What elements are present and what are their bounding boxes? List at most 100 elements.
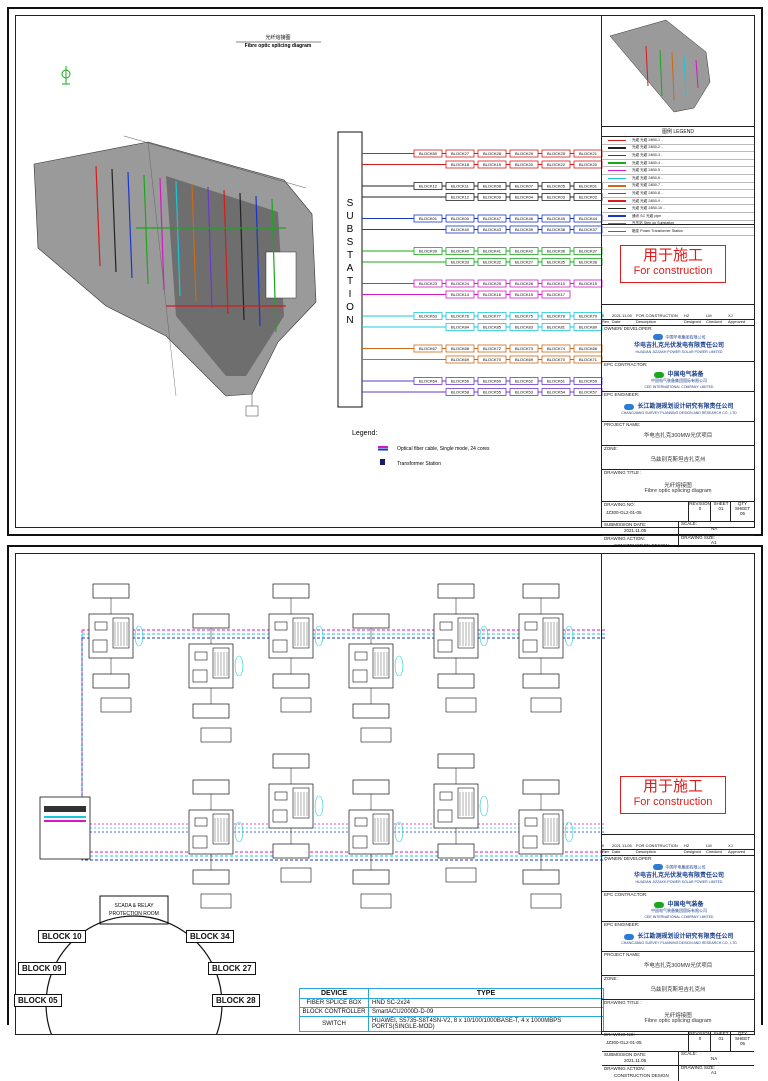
block-controller-box: [192, 779, 230, 795]
block-label: BLOCK64: [419, 379, 438, 384]
transformer-icon: [380, 459, 385, 465]
substation-letter: B: [347, 224, 354, 235]
block-label: BLOCK27: [515, 260, 534, 265]
splice-node: [268, 753, 324, 859]
block-label: BLOCK12: [451, 195, 470, 200]
splice-node: [188, 779, 244, 885]
construction-stamp: 用于施工 For construction: [620, 245, 726, 283]
drawing-number-cell: DRAWING NO: JZ300-GL2-01-05 REVISION 0 SH…: [602, 501, 754, 522]
map-legend-row: 光缆 光缆 24B0-5 ..: [602, 167, 754, 175]
block-label: BLOCK01: [419, 216, 438, 221]
block-controller-box: [522, 869, 560, 885]
block-controller-box: [522, 673, 560, 689]
block-label: BLOCK60: [483, 379, 502, 384]
block-label: BLOCK84: [451, 325, 470, 330]
site-plan: [33, 135, 317, 417]
device-row: SWITCH HUAWEI, S5735-S8T4SN-V2, 8 x 10/10…: [300, 1017, 603, 1032]
block-label: BLOCK25: [547, 151, 566, 156]
ring-block-27: BLOCK 27: [208, 962, 256, 975]
block-label: BLOCK08: [483, 184, 502, 189]
ring-block-10: BLOCK 10: [38, 930, 86, 943]
block-label: BLOCK18: [451, 162, 470, 167]
zone-cell: ZONE: 乌兹别克斯坦吉扎克州: [602, 975, 754, 1000]
title-block-1: 图例 LEGEND 光缆 光缆 24B0-1 .. 光缆 光缆 24B0-2 ..…: [601, 16, 754, 551]
block-label: BLOCK07: [515, 184, 534, 189]
block-label: BLOCK73: [515, 346, 534, 351]
block-label: BLOCK44: [579, 216, 598, 221]
north-arrow-icon: [61, 66, 71, 85]
splice-node: [433, 753, 489, 859]
block-label: BLOCK45: [547, 216, 566, 221]
network-nodes: [88, 583, 574, 909]
block-label: BLOCK70: [547, 357, 566, 362]
block-label: BLOCK27: [451, 151, 470, 156]
stamp-en: For construction: [633, 265, 713, 277]
block-label: BLOCK25: [483, 281, 502, 286]
owner-cell: OWNER/ DEVELOPER: 中国华电集团有限公司 华电吉扎克光伏发电有限责…: [602, 855, 754, 892]
block-label: BLOCK10: [547, 281, 566, 286]
block-label: BLOCK09: [483, 195, 502, 200]
block-label: BLOCK37: [579, 227, 598, 232]
block-label: BLOCK71: [579, 357, 598, 362]
block-label: BLOCK21: [579, 151, 598, 156]
block-label: BLOCK11: [451, 184, 469, 189]
block-controller-box: [352, 703, 390, 719]
block-label: BLOCK14: [451, 292, 470, 297]
substation-letter: O: [346, 302, 354, 313]
project-cell: PROJECT NAME: 华电吉扎克300MW光伏项目: [602, 951, 754, 976]
block-label: BLOCK85: [483, 325, 502, 330]
block-label: BLOCK02: [579, 195, 598, 200]
block-label: BLOCK39: [515, 227, 534, 232]
block-controller-box: [272, 583, 310, 599]
block-controller-box: [272, 843, 310, 859]
block-label: BLOCK50: [419, 151, 438, 156]
block-label: BLOCK57: [579, 390, 598, 395]
device-table-header: DEVICE TYPE: [300, 989, 603, 999]
drawing-title-cell: DRAWING TITLE : 光纤熔接图 Fibre optic splici…: [602, 999, 754, 1032]
block-controller-box: [437, 753, 475, 769]
map-legend-title: 图例 LEGEND: [602, 127, 754, 137]
block-label: BLOCK05: [547, 184, 566, 189]
map-legend-row: 光缆 光缆 24B0-8 ..: [602, 190, 754, 198]
ring-block-34: BLOCK 34: [186, 930, 234, 943]
block-label: BLOCK61: [547, 379, 566, 384]
scada-room-label-line-1: SCADA & RELAY: [114, 903, 154, 909]
block-controller-box: [280, 867, 312, 883]
block-label: BLOCK58: [451, 390, 470, 395]
engineer-cell: EPC ENGINEER: 长江勘测规划设计研究有限责任公司 CHANGJIANG…: [602, 921, 754, 952]
block-label: BLOCK40: [451, 227, 470, 232]
block-label: BLOCK29: [515, 151, 534, 156]
block-controller-box: [352, 779, 390, 795]
block-controller-box: [530, 697, 562, 713]
device-table: DEVICE TYPE FIBER SPLICE BOX HND SC-2x24 …: [299, 988, 604, 1032]
block-label: BLOCK70: [483, 357, 502, 362]
legend-label-transformer: Transformer Station: [397, 461, 441, 467]
legend-item-fiber: Optical fiber cable, Single mode, 24 cor…: [378, 446, 490, 452]
block-controller-box: [437, 843, 475, 859]
substation-letter: U: [346, 211, 353, 222]
block-label: BLOCK15: [515, 292, 534, 297]
block-label: BLOCK63: [419, 314, 438, 319]
block-controller-box: [445, 697, 477, 713]
block-label: BLOCK26: [515, 281, 534, 286]
block-label: BLOCK40: [451, 249, 470, 254]
block-controller-box: [192, 703, 230, 719]
block-label: BLOCK54: [547, 390, 566, 395]
construction-stamp-2: 用于施工 For construction: [620, 776, 726, 814]
block-label: BLOCK62: [515, 379, 534, 384]
block-controller-box: [437, 583, 475, 599]
block-controller-box: [92, 583, 130, 599]
block-label: BLOCK33: [451, 260, 470, 265]
sheet-1-frame: 光纤熔接图 Fibre optic splicing diagram SUBST…: [15, 15, 755, 551]
epc-logo-icon: [654, 901, 665, 908]
block-controller-box: [360, 727, 392, 743]
block-label: BLOCK03: [547, 195, 566, 200]
splice-node: [518, 583, 574, 689]
block-controller-box: [522, 779, 560, 795]
block-controller-box: [272, 753, 310, 769]
block-label: BLOCK69: [451, 357, 470, 362]
block-label: BLOCK35: [547, 260, 566, 265]
block-controller-box: [352, 869, 390, 885]
sheet-1-title-cn: 光纤熔接图: [265, 34, 290, 41]
block-label: BLOCK41: [483, 249, 502, 254]
